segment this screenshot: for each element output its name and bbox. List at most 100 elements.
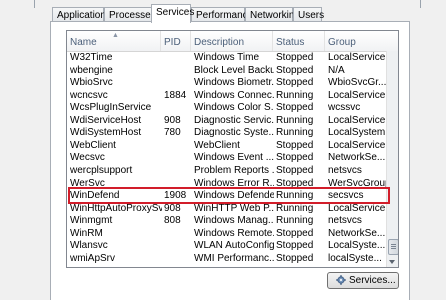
list-header: ▲ Name PID Description Status Group [67,31,398,52]
cell-description: Windows Defender [194,190,274,202]
cell-group: LocalSyste... [328,240,386,252]
table-row[interactable]: WbioSrvc Windows Biometr... Stopped WbioSvc… [67,77,387,90]
cell-pid [164,240,192,253]
tab-applications[interactable]: Applications [52,7,111,22]
cell-pid: 780 [164,127,181,139]
cell-description: Windows Error R... [194,177,274,189]
cell-description: WebClient [194,139,240,151]
cell-description: WinHTTP Web P... [194,202,274,214]
cell-group: LocalSystem... [328,127,390,139]
column-header-group[interactable]: Group [325,31,398,51]
cell-name: wbengine [70,64,113,76]
cell-pid [164,65,192,78]
cell-pid [164,77,192,90]
cell-name: WinRM [70,227,103,239]
cell-status: Stopped [276,164,314,176]
column-header-description[interactable]: Description [191,31,273,51]
cell-group: LocalService [328,139,386,151]
table-row[interactable]: WdiServiceHost 908 Diagnostic Servic... Run… [67,115,387,128]
cell-group: LocalService... [328,89,390,101]
cell-status: Stopped [276,252,314,264]
cell-pid [164,228,192,241]
cell-status: Stopped [276,139,314,151]
cell-group: secsvcs [328,190,364,202]
cell-group: netsvcs [328,215,362,227]
cell-description: WMI Performanc... [194,252,274,264]
cell-status: Stopped [276,77,314,89]
cell-status: Stopped [276,240,314,252]
cell-group: N/A [328,64,345,76]
services-button[interactable]: Services... [327,272,399,289]
cell-group: WbioSvcGr... [328,77,387,89]
table-row[interactable]: WinDefend 1908 Windows Defender Running secs… [67,190,387,203]
table-row[interactable]: WerSvc Windows Error R... Stopped WerSvcGro… [67,177,390,191]
cell-pid [164,102,192,115]
cell-pid: 808 [164,215,181,227]
table-row[interactable]: wmiApSrv WMI Performanc... Stopped localSys… [67,253,387,266]
cell-pid [164,52,192,65]
cell-description: Windows Manag... [194,215,274,227]
cell-name: WdiSystemHost [70,127,142,139]
services-button-label: Services... [349,275,396,286]
cell-description: Diagnostic Servic... [194,114,274,126]
cell-name: WinHttpAutoProxySvc [70,202,162,214]
cell-group: LocalService [328,114,386,126]
cell-name: WbioSrvc [70,77,113,89]
column-header-name[interactable]: ▲ Name [67,31,161,51]
table-row[interactable]: WebClient WebClient Stopped LocalService [67,140,387,153]
cell-name: WdiServiceHost [70,114,142,126]
table-row[interactable]: WcsPlugInService Windows Color S... Stoppe… [67,102,387,115]
cell-status: Stopped [276,152,314,164]
cell-group: localSyste... [328,252,382,264]
cell-name: wercplsupport [70,164,133,176]
table-row[interactable]: wbengine Block Level Backu...Stopped N/A [67,65,387,78]
cell-name: wmiApSrv [70,252,116,264]
cell-name: WcsPlugInService [70,102,152,114]
cell-group: NetworkSe... [328,227,386,239]
cell-name: W32Time [70,52,113,63]
cell-name: Wecsvc [70,152,105,164]
table-row[interactable]: WinRM Windows Remote... Stopped NetworkSe..… [67,228,387,241]
cell-description: Problem Reports ... [194,164,274,176]
cell-status: Stopped [276,227,314,239]
cell-pid [164,253,192,266]
scrollbar-thumb[interactable] [388,239,398,255]
cell-description: Windows Color S... [194,102,274,114]
services-gear-icon [336,275,346,285]
table-row[interactable]: Wlansvc WLAN AutoConfig Stopped LocalSyste.… [67,240,387,253]
cell-description: Windows Event ... [194,152,274,164]
cell-pid: 1908 [164,190,187,202]
cell-description: Diagnostic Syste... [194,127,274,139]
cell-name: Winmgmt [70,215,113,227]
cell-name: Wlansvc [70,240,108,252]
table-row[interactable]: W32Time Windows Time Stopped LocalService [67,52,387,65]
cell-status: Stopped [276,52,314,63]
cell-name: WerSvc [70,177,105,189]
cell-description: Block Level Backu... [194,64,274,76]
tab-processes[interactable]: Processes [104,7,156,22]
cell-description: WLAN AutoConfig [194,240,274,252]
cell-status: Running [276,114,314,126]
cell-status: Running [276,215,314,227]
table-row[interactable]: WinHttpAutoProxySvc 908 WinHTTP Web P... Ru… [67,203,387,216]
tab-services[interactable]: Services [151,4,194,23]
cell-pid: 908 [164,202,181,214]
cell-description: Windows Connec... [194,89,274,101]
tab-networking[interactable]: Networking [245,7,300,22]
table-row[interactable]: wcncsvc 1884 Windows Connec... Running Local… [67,89,390,103]
table-row[interactable]: wercplsupport Problem Reports ... Stopped n… [67,165,387,178]
column-header-pid[interactable]: PID [161,31,191,51]
table-row[interactable]: Winmgmt 808 Windows Manag... Running netsvcs [67,215,387,228]
table-row[interactable]: WdiSystemHost 780 Diagnostic Syste... Runni… [67,127,390,140]
cell-group: netsvcs [328,164,362,176]
scroll-down-arrow-icon[interactable] [389,260,395,264]
vertical-scrollbar[interactable] [386,51,398,267]
table-row[interactable]: Wecsvc Windows Event ... Stopped NetworkSe.… [67,152,387,165]
tab-performance[interactable]: Performance [191,7,253,22]
cell-status: Running [276,89,314,101]
cell-status: Running [276,127,314,139]
cell-group: NetworkSe... [328,152,386,164]
column-header-status[interactable]: Status [273,31,325,51]
tab-users[interactable]: Users [293,7,324,22]
services-list[interactable]: ▲ Name PID Description Status Group W32T… [66,30,399,268]
